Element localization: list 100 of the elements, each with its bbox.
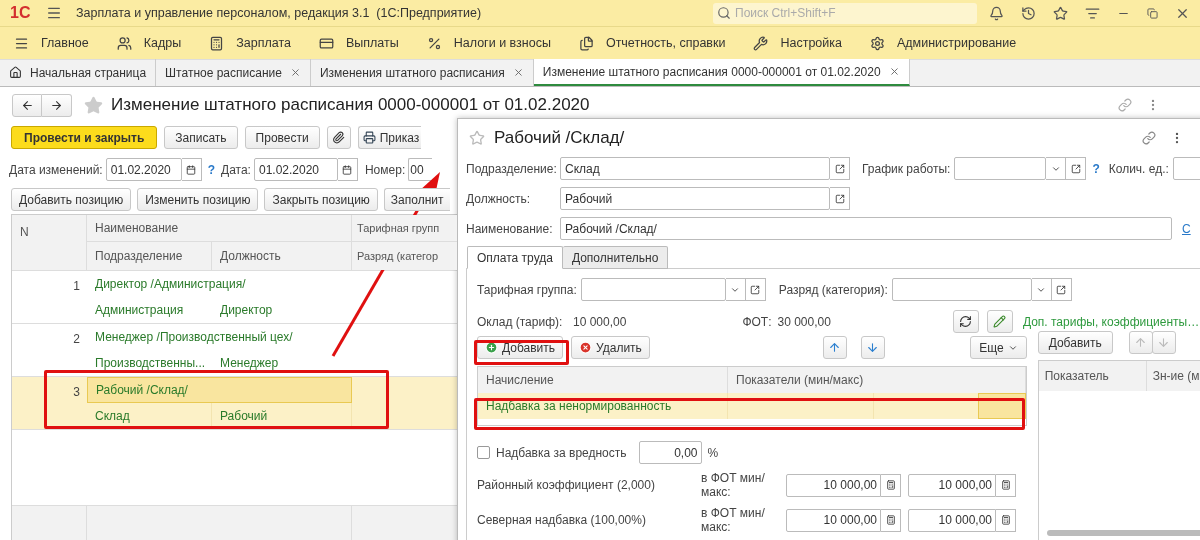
position-field[interactable]: Рабочий bbox=[560, 187, 830, 210]
hazard-checkbox[interactable] bbox=[477, 446, 490, 459]
help-link[interactable]: ? bbox=[1092, 159, 1100, 178]
form-button[interactable]: Записать bbox=[164, 126, 238, 149]
star-icon[interactable] bbox=[1053, 5, 1068, 21]
allowance-label: Северная надбавка (100,00%) bbox=[477, 512, 647, 529]
up-arrow-icon bbox=[1134, 336, 1148, 349]
print-button[interactable]: Приказ bbox=[357, 126, 422, 149]
tariff-group-field[interactable] bbox=[580, 278, 726, 301]
name-field[interactable]: Рабочий /Склад/ bbox=[560, 217, 1172, 240]
link-icon[interactable] bbox=[1118, 98, 1132, 112]
paperclip-icon bbox=[332, 131, 346, 144]
position-button[interactable]: Изменить позицию bbox=[137, 188, 259, 211]
pencil-icon bbox=[993, 315, 1007, 328]
position-button[interactable]: Закрыть позицию bbox=[264, 188, 378, 211]
link-icon[interactable] bbox=[1142, 131, 1156, 145]
menu-icon bbox=[46, 5, 62, 21]
open-button[interactable] bbox=[1066, 157, 1087, 180]
calculator-icon bbox=[885, 480, 896, 490]
field-label: График работы: bbox=[862, 160, 951, 178]
section-item[interactable]: Отчетность, справки bbox=[578, 33, 726, 53]
min-field[interactable]: 10 000,00 bbox=[786, 508, 881, 532]
open-button[interactable] bbox=[745, 278, 766, 301]
post-and-close-button[interactable]: Провести и закрыть bbox=[11, 126, 158, 149]
open-button[interactable] bbox=[830, 187, 850, 210]
form-button[interactable]: Провести bbox=[244, 126, 320, 149]
section-item[interactable]: Кадры bbox=[116, 33, 182, 53]
max-field[interactable]: 10 000,00 bbox=[908, 473, 996, 497]
favorite-star-icon[interactable] bbox=[469, 130, 485, 146]
table-cell-text: Администрация bbox=[94, 302, 185, 319]
edit-button[interactable] bbox=[986, 310, 1013, 333]
close-tab-icon bbox=[289, 67, 301, 78]
more-button[interactable]: Еще bbox=[970, 336, 1027, 359]
table-cell-text: Производственны... bbox=[94, 355, 207, 372]
allowance-note: в ФОТ мин/макс: bbox=[701, 506, 766, 534]
search-icon bbox=[717, 6, 731, 20]
restore-icon[interactable] bbox=[1147, 7, 1158, 19]
dialog-tab[interactable]: Дополнительно bbox=[562, 246, 669, 269]
link[interactable]: С bbox=[1182, 219, 1191, 238]
column-header: Зн-ие (м bbox=[1146, 361, 1200, 391]
open-button[interactable] bbox=[830, 157, 850, 180]
filter-icon[interactable] bbox=[1085, 5, 1100, 21]
section-item[interactable]: Зарплата bbox=[209, 33, 291, 53]
open-icon bbox=[1070, 163, 1081, 174]
bell-icon[interactable] bbox=[989, 5, 1004, 21]
change-date-field[interactable]: 01.02.2020 bbox=[105, 158, 182, 181]
forward-button[interactable] bbox=[42, 93, 72, 117]
department-field[interactable]: Склад bbox=[560, 157, 830, 180]
section-item[interactable]: Налоги и взносы bbox=[426, 33, 551, 53]
table-row[interactable]: 3 Рабочий /Склад/ Склад Рабочий bbox=[12, 376, 457, 429]
number-field[interactable]: 00 bbox=[408, 158, 433, 181]
calendar-button[interactable] bbox=[181, 158, 202, 181]
schedule-field[interactable] bbox=[954, 157, 1047, 180]
app-logo: 1С bbox=[10, 3, 32, 23]
document-tab[interactable]: Штатное расписание bbox=[156, 59, 311, 86]
refresh-button[interactable] bbox=[952, 310, 979, 333]
hazard-field[interactable]: 0,00 bbox=[638, 441, 702, 464]
open-button[interactable] bbox=[1051, 278, 1072, 301]
back-button[interactable] bbox=[12, 93, 42, 117]
section-item[interactable]: Главное bbox=[14, 33, 89, 53]
section-item[interactable]: Выплаты bbox=[318, 33, 399, 53]
document-tab[interactable]: Начальная страница bbox=[0, 59, 157, 86]
position-button[interactable]: Заполнит bbox=[383, 188, 450, 211]
history-icon[interactable] bbox=[1021, 5, 1036, 21]
calendar-button[interactable] bbox=[337, 158, 358, 181]
scrollbar[interactable] bbox=[1046, 530, 1200, 536]
field-label: Оклад (тариф): bbox=[477, 313, 564, 331]
dialog-tab[interactable]: Оплата труда bbox=[467, 246, 563, 269]
document-tab[interactable]: Изменения штатного расписания bbox=[310, 59, 534, 86]
favorite-star-icon[interactable] bbox=[84, 95, 103, 115]
delete-button[interactable]: Удалить bbox=[571, 336, 650, 359]
add-indicator-button[interactable]: Добавить bbox=[1037, 331, 1113, 354]
section-item[interactable]: Настройка bbox=[753, 33, 842, 53]
attach-button[interactable] bbox=[326, 126, 351, 149]
form-title: Изменение штатного расписания 0000-000001 от 01.02.2020 bbox=[111, 94, 590, 117]
units-field[interactable] bbox=[1172, 157, 1200, 180]
grade-field[interactable] bbox=[891, 278, 1032, 301]
section-item[interactable]: Администрирование bbox=[870, 33, 1017, 53]
menu-icon bbox=[14, 35, 29, 51]
max-field[interactable]: 10 000,00 bbox=[908, 508, 996, 532]
date-field[interactable]: 01.02.2020 bbox=[253, 158, 338, 181]
min-field[interactable]: 10 000,00 bbox=[786, 473, 881, 497]
move-up-button[interactable] bbox=[822, 336, 847, 359]
back-arrow-icon bbox=[20, 98, 34, 112]
accrual-row[interactable]: Надбавка за ненормированность bbox=[478, 393, 1026, 419]
position-button[interactable]: Добавить позицию bbox=[11, 188, 132, 211]
extra-rates-link[interactable]: Доп. тарифы, коэффициенты… bbox=[1022, 312, 1200, 331]
percent-icon bbox=[426, 35, 442, 51]
help-link[interactable]: ? bbox=[207, 160, 216, 179]
calculator-button[interactable] bbox=[881, 473, 901, 497]
table-cell-text: Менеджер bbox=[219, 355, 280, 372]
calculator-button[interactable] bbox=[881, 508, 901, 532]
home-icon bbox=[9, 66, 22, 79]
move-down-button[interactable] bbox=[860, 336, 885, 359]
calculator-icon bbox=[885, 515, 896, 525]
document-tab[interactable]: Изменение штатного расписания 0000-000001 от 01.02.2020 bbox=[533, 59, 910, 86]
calculator-button[interactable] bbox=[996, 508, 1016, 532]
up-arrow-icon bbox=[828, 341, 842, 354]
calendar-icon bbox=[342, 164, 353, 175]
calculator-button[interactable] bbox=[996, 473, 1016, 497]
